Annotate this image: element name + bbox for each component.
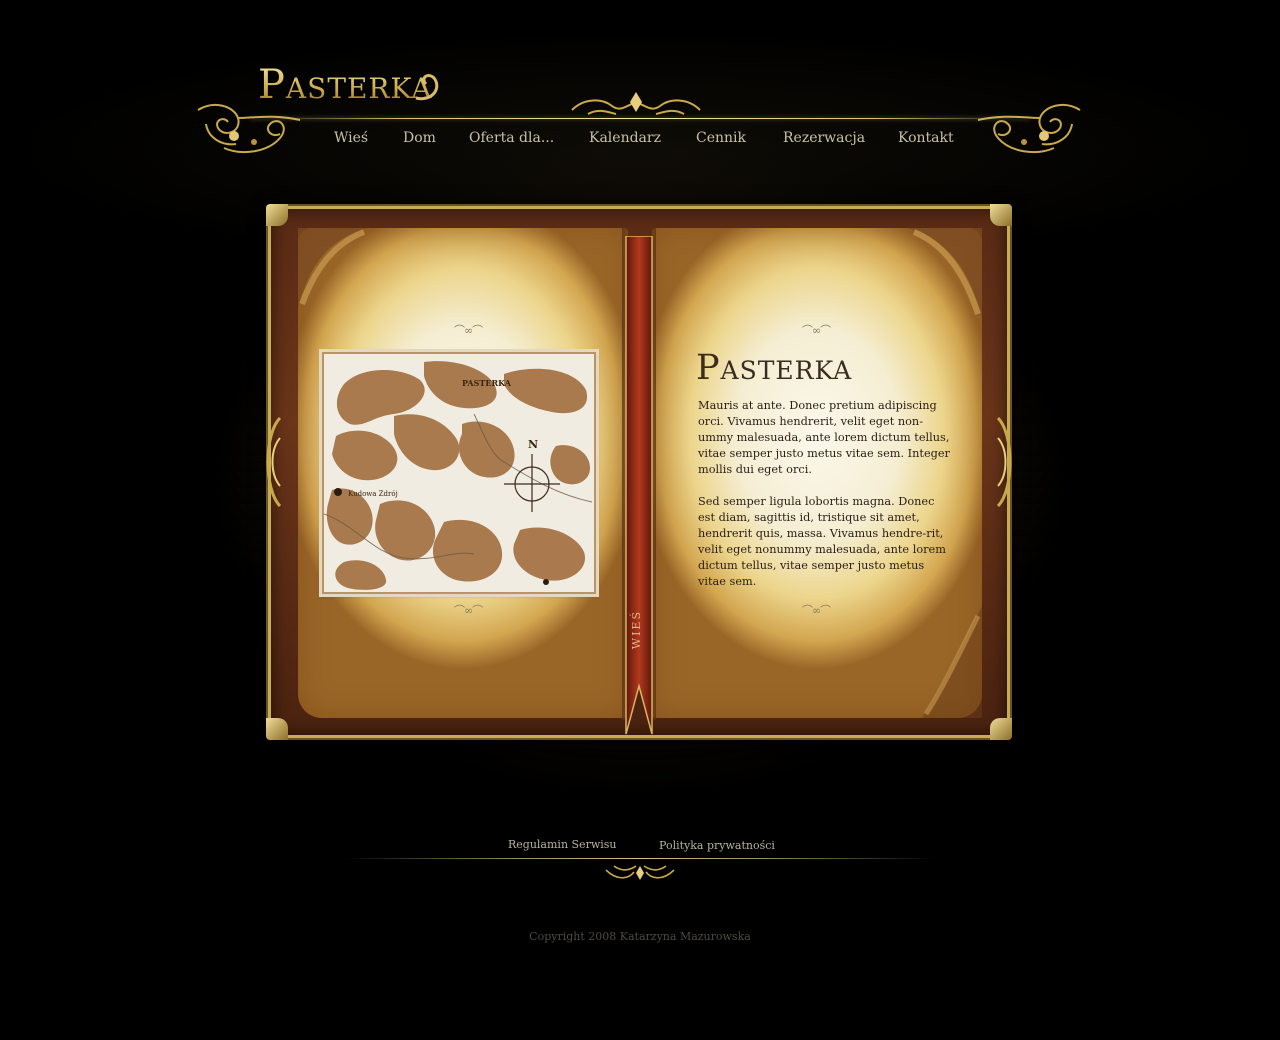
book-clasp-right bbox=[996, 416, 1012, 508]
page-flourish: ⌒∞⌒ bbox=[454, 604, 483, 617]
footer-link-regulamin[interactable]: Regulamin Serwisu bbox=[508, 838, 617, 851]
footer-divider bbox=[345, 858, 935, 859]
map-terrain bbox=[324, 354, 594, 592]
site-header: Pasterka Wieś Dom Oferta dla... Kalendar… bbox=[0, 0, 1280, 180]
header-divider bbox=[250, 118, 1030, 119]
gold-crest-ornament-icon bbox=[605, 865, 675, 880]
paragraph: Mauris at ante. Donec pretium adipiscing… bbox=[698, 399, 950, 476]
nav-item-rezerwacja[interactable]: Rezerwacja bbox=[783, 130, 865, 146]
page-curl-top-right bbox=[908, 228, 982, 318]
page-flourish: ⌒∞⌒ bbox=[454, 324, 483, 337]
page-curl-top-left bbox=[298, 228, 368, 308]
map-label-top: PASTERKA bbox=[462, 378, 511, 388]
nav-item-cennik[interactable]: Cennik bbox=[696, 130, 746, 146]
map-label-town: Kudowa Zdrój bbox=[348, 490, 398, 498]
cover-corner bbox=[266, 718, 288, 740]
compass-north-label: N bbox=[528, 438, 539, 451]
nav-item-dom[interactable]: Dom bbox=[403, 130, 436, 146]
right-page-title: Pasterka bbox=[696, 348, 853, 388]
area-map[interactable]: PASTERKA Kudowa Zdrój N bbox=[322, 352, 596, 594]
cover-corner bbox=[990, 204, 1012, 226]
footer-links: Regulamin Serwisu Polityka prywatności bbox=[0, 838, 1280, 856]
gold-crest-ornament-icon bbox=[571, 92, 701, 115]
ribbon-label: WIEŚ bbox=[630, 610, 643, 650]
paragraph: Sed semper ligula lobortis magna. Donec … bbox=[698, 495, 946, 588]
nav-item-wies[interactable]: Wieś bbox=[334, 130, 368, 146]
footer-link-privacy[interactable]: Polityka prywatności bbox=[659, 839, 775, 852]
main-nav: Wieś Dom Oferta dla... Kalendarz Cennik … bbox=[0, 130, 1280, 154]
right-page-text-1: Mauris at ante. Donec pretium adipiscing… bbox=[698, 398, 954, 478]
nav-item-kalendarz[interactable]: Kalendarz bbox=[589, 130, 661, 146]
page-flourish: ⌒∞⌒ bbox=[802, 604, 831, 617]
nav-item-kontakt[interactable]: Kontakt bbox=[898, 130, 954, 146]
cover-corner bbox=[266, 204, 288, 226]
book-clasp-left bbox=[266, 416, 282, 508]
logo-swirl-icon bbox=[415, 74, 439, 101]
cover-corner bbox=[990, 718, 1012, 740]
page-curl-bottom-right bbox=[922, 606, 982, 718]
right-page-text-2: Sed semper ligula lobortis magna. Donec … bbox=[698, 494, 954, 590]
copyright-text: Copyright 2008 Katarzyna Mazurowska bbox=[529, 930, 751, 943]
bookmark-ribbon bbox=[625, 236, 653, 735]
nav-item-oferta[interactable]: Oferta dla... bbox=[469, 130, 554, 146]
open-book: WIEŚ ⌒∞⌒ ⌒∞⌒ ⌒∞⌒ ⌒∞⌒ PASTERKA Kudowa Zdr… bbox=[266, 204, 1012, 740]
page-flourish: ⌒∞⌒ bbox=[802, 324, 831, 337]
